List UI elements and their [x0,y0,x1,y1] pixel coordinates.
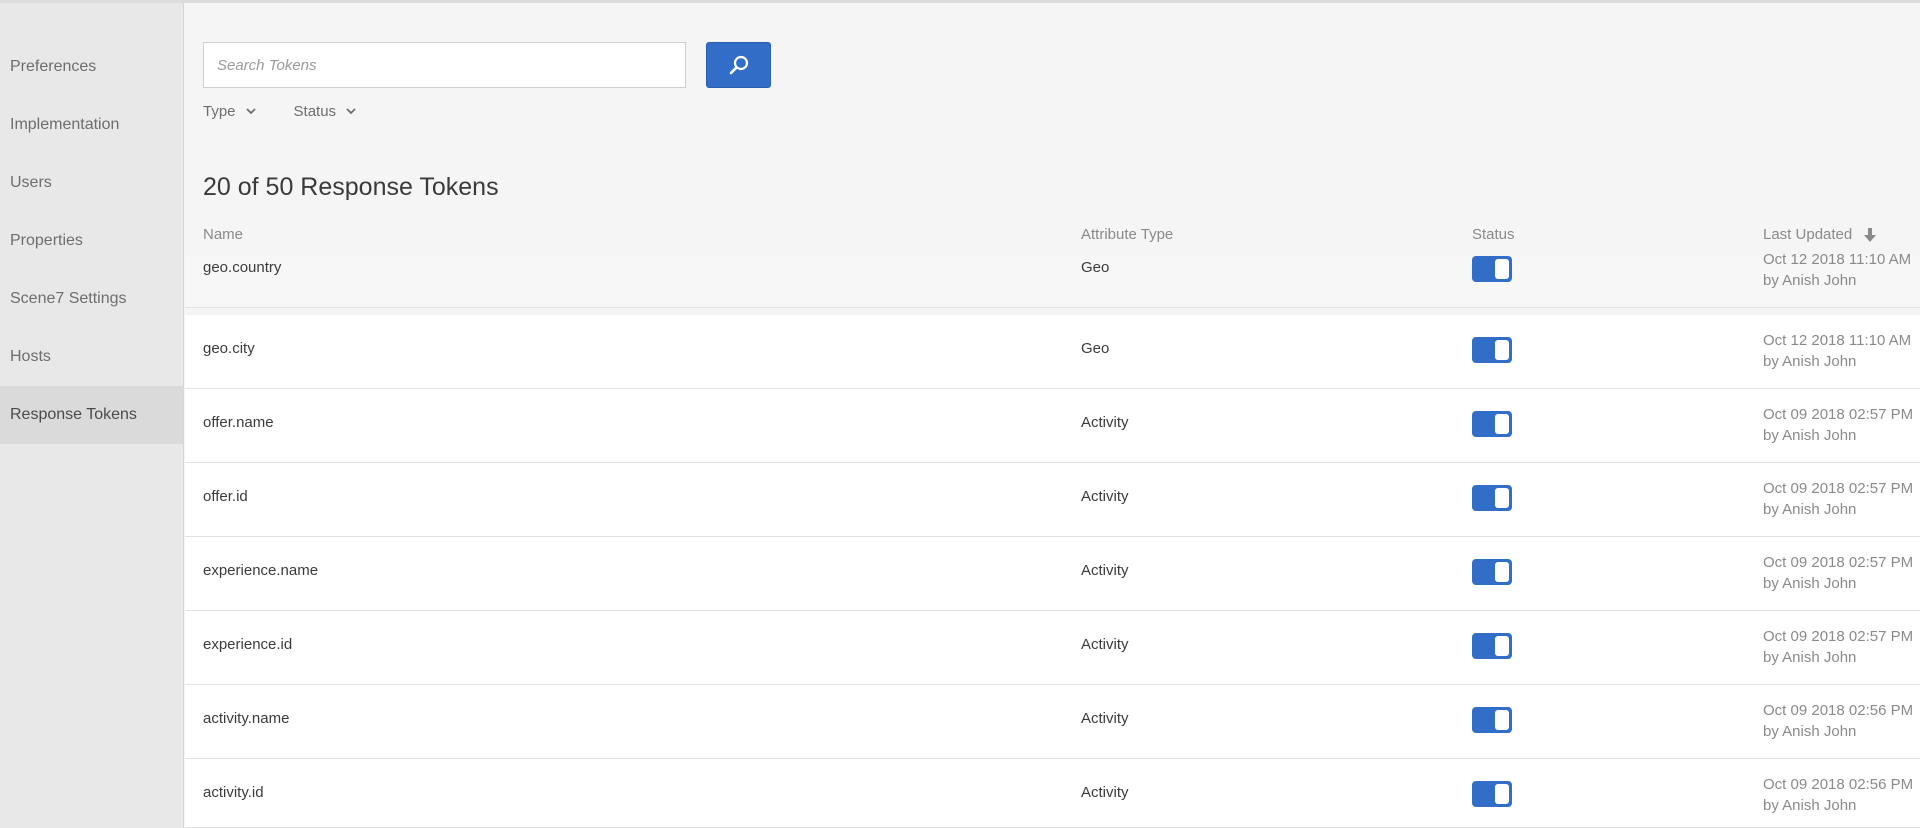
last-updated: Oct 12 2018 11:10 AM by Anish John [1763,249,1911,291]
last-updated-by: by Anish John [1763,723,1857,740]
column-header-status[interactable]: Status [1472,226,1515,243]
main-content: Type Status 20 of 50 Response Tokens Nam… [185,3,1920,828]
sidebar-item-properties[interactable]: Properties [0,212,183,270]
status-toggle[interactable] [1472,256,1512,282]
last-updated: Oct 09 2018 02:56 PM by Anish John [1763,774,1913,816]
sidebar-item-response-tokens[interactable]: Response Tokens [0,386,183,444]
chevron-down-icon [245,108,256,115]
table-row[interactable]: offer.name Activity Oct 09 2018 02:57 PM… [185,389,1920,463]
column-header-name[interactable]: Name [203,226,243,243]
status-toggle[interactable] [1472,781,1512,807]
last-updated-by: by Anish John [1763,427,1857,444]
table-row[interactable]: geo.country Geo Oct 12 2018 11:10 AM by … [185,251,1920,308]
sidebar: Preferences Implementation Users Propert… [0,3,184,828]
table-row[interactable]: experience.id Activity Oct 09 2018 02:57… [185,611,1920,685]
sidebar-item-hosts[interactable]: Hosts [0,328,183,386]
last-updated: Oct 09 2018 02:57 PM by Anish John [1763,626,1913,668]
last-updated-date: Oct 09 2018 02:57 PM [1763,480,1914,497]
sort-descending-icon[interactable] [1864,227,1877,242]
token-attribute-type: Activity [1081,710,1129,727]
results-count-title: 20 of 50 Response Tokens [203,173,499,201]
token-attribute-type: Activity [1081,636,1129,653]
token-name: geo.country [203,259,282,276]
table-row[interactable]: activity.id Activity Oct 09 2018 02:56 P… [185,759,1920,828]
last-updated-date: Oct 09 2018 02:56 PM [1763,702,1914,719]
sidebar-item-preferences[interactable]: Preferences [0,38,183,96]
chevron-down-icon [346,108,356,115]
table-row[interactable]: activity.name Activity Oct 09 2018 02:56… [185,685,1920,759]
last-updated-by: by Anish John [1763,575,1857,592]
search-icon [729,55,748,75]
status-toggle[interactable] [1472,559,1512,585]
column-header-last-updated-label: Last Updated [1763,226,1853,243]
search-button[interactable] [706,42,771,88]
last-updated: Oct 09 2018 02:57 PM by Anish John [1763,404,1913,446]
status-toggle[interactable] [1472,411,1512,437]
last-updated-by: by Anish John [1763,272,1857,289]
last-updated-by: by Anish John [1763,501,1857,518]
status-toggle[interactable] [1472,707,1512,733]
last-updated: Oct 12 2018 11:10 AM by Anish John [1763,330,1911,372]
column-header-last-updated[interactable]: Last Updated [1763,226,1877,243]
token-attribute-type: Activity [1081,414,1129,431]
type-filter-label: Type [203,103,236,120]
last-updated: Oct 09 2018 02:56 PM by Anish John [1763,700,1913,742]
search-input[interactable] [203,42,686,88]
last-updated-date: Oct 09 2018 02:56 PM [1763,776,1914,793]
last-updated-by: by Anish John [1763,353,1857,370]
token-attribute-type: Geo [1081,259,1110,276]
last-updated-date: Oct 09 2018 02:57 PM [1763,628,1914,645]
filter-bar: Type Status [203,103,356,120]
sidebar-item-scene7-settings[interactable]: Scene7 Settings [0,270,183,328]
token-attribute-type: Activity [1081,562,1129,579]
last-updated-date: Oct 12 2018 11:10 AM [1763,251,1912,268]
table-row[interactable]: geo.city Geo Oct 12 2018 11:10 AM by Ani… [185,315,1920,389]
status-filter-dropdown[interactable]: Status [294,103,357,120]
sidebar-list: Preferences Implementation Users Propert… [0,38,183,444]
table-row[interactable]: experience.name Activity Oct 09 2018 02:… [185,537,1920,611]
last-updated: Oct 09 2018 02:57 PM by Anish John [1763,478,1913,520]
status-toggle[interactable] [1472,337,1512,363]
last-updated-date: Oct 12 2018 11:10 AM [1763,332,1912,349]
token-name: offer.id [203,488,248,505]
token-name: geo.city [203,340,255,357]
sidebar-item-users[interactable]: Users [0,154,183,212]
token-attribute-type: Activity [1081,784,1129,801]
token-name: activity.id [203,784,264,801]
column-header-attribute-type[interactable]: Attribute Type [1081,226,1173,243]
token-attribute-type: Activity [1081,488,1129,505]
status-toggle[interactable] [1472,485,1512,511]
status-toggle[interactable] [1472,633,1512,659]
token-name: experience.id [203,636,293,653]
table-row[interactable]: offer.id Activity Oct 09 2018 02:57 PM b… [185,463,1920,537]
token-attribute-type: Geo [1081,340,1110,357]
type-filter-dropdown[interactable]: Type [203,103,256,120]
last-updated-by: by Anish John [1763,649,1857,666]
sidebar-item-implementation[interactable]: Implementation [0,96,183,154]
token-name: activity.name [203,710,290,727]
last-updated-by: by Anish John [1763,797,1857,814]
token-name: offer.name [203,414,274,431]
last-updated: Oct 09 2018 02:57 PM by Anish John [1763,552,1913,594]
last-updated-date: Oct 09 2018 02:57 PM [1763,406,1914,423]
token-name: experience.name [203,562,319,579]
last-updated-date: Oct 09 2018 02:57 PM [1763,554,1914,571]
status-filter-label: Status [293,103,337,120]
